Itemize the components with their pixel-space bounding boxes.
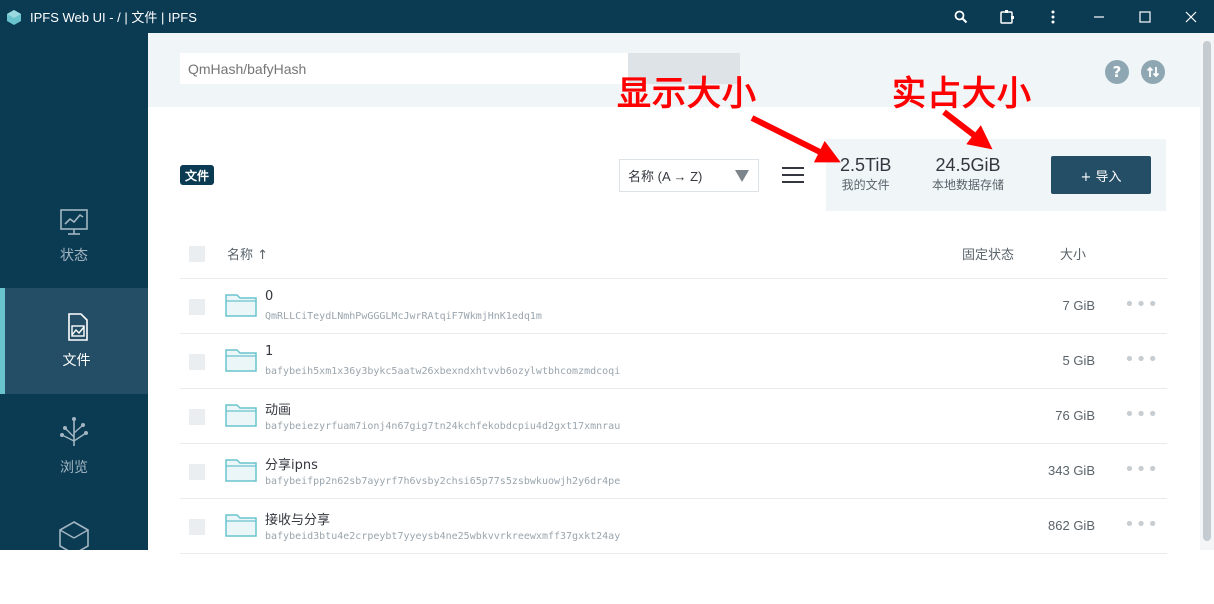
annotation-arrows bbox=[750, 109, 993, 163]
arrow-to-files-size bbox=[750, 115, 841, 163]
arrow-to-repo-size bbox=[942, 109, 993, 150]
